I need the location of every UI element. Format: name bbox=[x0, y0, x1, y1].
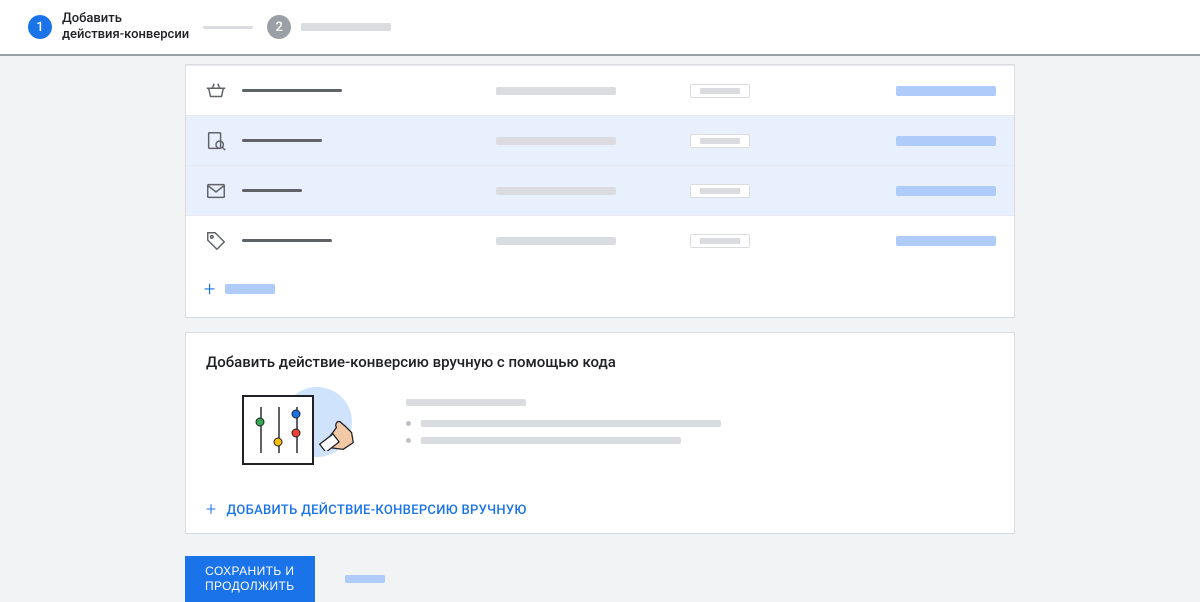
footer-actions: СОХРАНИТЬ И ПРОДОЛЖИТЬ bbox=[185, 556, 1015, 602]
mail-icon bbox=[204, 179, 228, 203]
manual-description bbox=[406, 389, 721, 454]
status-chip bbox=[690, 134, 750, 148]
table-row[interactable] bbox=[186, 115, 1014, 165]
stepper-connector bbox=[203, 26, 253, 29]
manual-illustration bbox=[236, 389, 346, 479]
step-1[interactable]: 1 Добавить действия-конверсии bbox=[28, 11, 189, 44]
secondary-action-placeholder[interactable] bbox=[345, 575, 385, 583]
table-row[interactable] bbox=[186, 65, 1014, 115]
manual-conversion-card: Добавить действие-конверсию вручную с по… bbox=[185, 332, 1015, 534]
step-2[interactable]: 2 bbox=[267, 15, 391, 39]
add-row-button[interactable]: + bbox=[186, 265, 1014, 317]
step-2-number: 2 bbox=[267, 15, 291, 39]
add-manual-label: ДОБАВИТЬ ДЕЙСТВИЕ-КОНВЕРСИЮ ВРУЧНУЮ bbox=[226, 503, 526, 518]
plus-icon: + bbox=[204, 279, 215, 299]
status-chip bbox=[690, 184, 750, 198]
step-1-label: Добавить действия-конверсии bbox=[62, 11, 189, 44]
add-row-label-placeholder bbox=[225, 284, 275, 294]
table-row[interactable] bbox=[186, 215, 1014, 265]
basket-icon bbox=[204, 79, 228, 103]
status-chip bbox=[690, 234, 750, 248]
table-row[interactable] bbox=[186, 165, 1014, 215]
status-chip bbox=[690, 84, 750, 98]
save-continue-button[interactable]: СОХРАНИТЬ И ПРОДОЛЖИТЬ bbox=[185, 556, 315, 602]
conversion-list-card: + bbox=[185, 64, 1015, 318]
hand-icon bbox=[318, 409, 360, 451]
add-manual-button[interactable]: + ДОБАВИТЬ ДЕЙСТВИЕ-КОНВЕРСИЮ ВРУЧНУЮ bbox=[206, 501, 994, 519]
manual-heading: Добавить действие-конверсию вручную с по… bbox=[206, 353, 994, 371]
stepper-bar: 1 Добавить действия-конверсии 2 bbox=[0, 0, 1200, 56]
search-page-icon bbox=[204, 129, 228, 153]
tag-icon bbox=[204, 229, 228, 253]
step-2-label-placeholder bbox=[301, 23, 391, 31]
conversion-rows bbox=[186, 65, 1014, 265]
plus-icon: + bbox=[206, 501, 216, 519]
step-1-number: 1 bbox=[28, 15, 52, 39]
